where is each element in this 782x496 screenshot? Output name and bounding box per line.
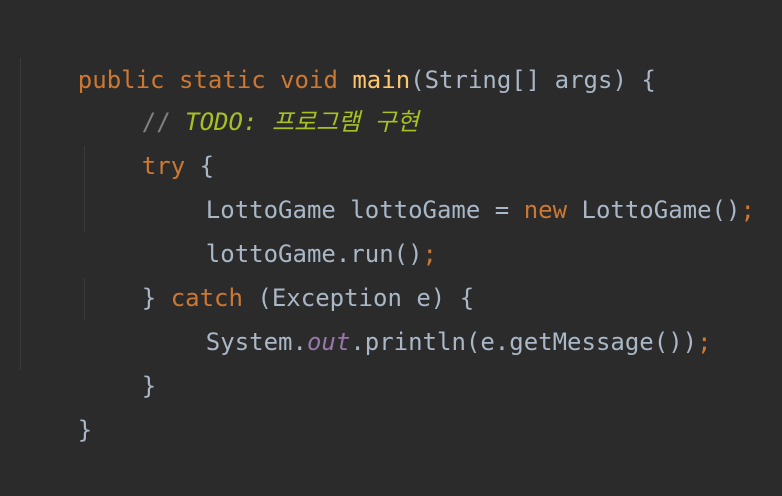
code-line-method-signature[interactable]: public static void main(String[] args) { — [20, 14, 656, 94]
brace-close: } — [77, 416, 93, 444]
system-ref: System. — [205, 328, 307, 356]
constructor-call: LottoGame() — [567, 196, 741, 224]
code-line-close-catch[interactable]: } — [84, 320, 156, 400]
method-params: (String[] args) { — [410, 66, 656, 94]
code-line-catch[interactable]: } catch (Exception e) { — [84, 232, 474, 312]
code-line-close-method[interactable]: } — [20, 364, 92, 444]
code-line-run[interactable]: lottoGame.run(); — [148, 188, 437, 268]
semicolon: ; — [697, 328, 712, 356]
code-editor[interactable]: public static void main(String[] args) {… — [0, 0, 782, 444]
code-line-new-lottogame[interactable]: LottoGame lottoGame = new LottoGame(); — [148, 144, 755, 224]
code-line-println[interactable]: System.out.println(e.getMessage()); — [148, 276, 712, 356]
code-line-todo-comment[interactable]: // TODO: 프로그램 구현 — [84, 56, 419, 136]
todo-text: : 프로그램 구현 — [242, 108, 419, 136]
static-field-out: out — [306, 328, 351, 356]
keyword-new: new — [523, 196, 568, 224]
code-line-try[interactable]: try { — [84, 100, 214, 180]
println-call: .println(e.getMessage()) — [350, 328, 698, 356]
semicolon: ; — [740, 196, 755, 224]
brace-close: } — [141, 372, 157, 400]
